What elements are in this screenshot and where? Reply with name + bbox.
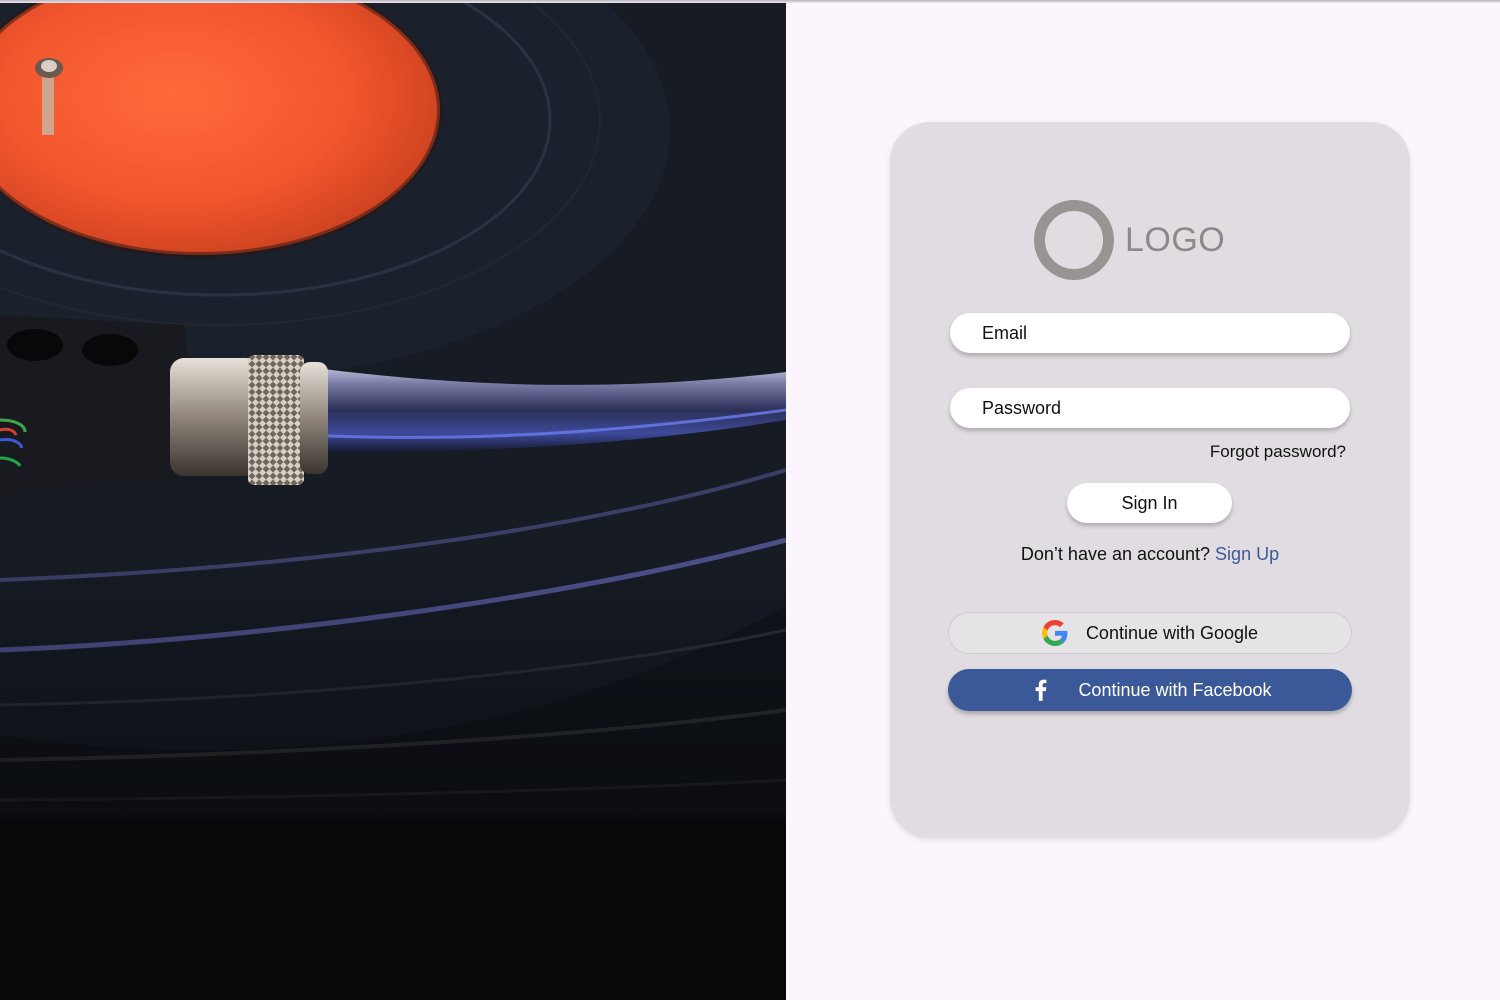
logo-ring-icon [1034,200,1114,280]
email-field-wrapper [950,313,1350,353]
login-card: LOGO Forgot password? Sign In Don’t have… [890,122,1410,838]
turntable-hero-image [0,0,786,1000]
password-input[interactable] [950,388,1350,428]
google-g-icon [1041,620,1068,646]
login-page: LOGO Forgot password? Sign In Don’t have… [0,0,1500,1000]
facebook-f-icon [1036,679,1047,701]
email-input[interactable] [950,313,1350,353]
facebook-button-label: Continue with Facebook [1078,679,1272,700]
password-field-wrapper [950,388,1350,428]
signup-prompt: Don’t have an account? Sign Up [890,544,1410,565]
logo-text: LOGO [1125,220,1226,259]
sign-up-link[interactable]: Sign Up [1215,544,1279,564]
google-button-label: Continue with Google [1085,622,1259,643]
sign-in-button[interactable]: Sign In [1067,483,1232,523]
no-account-text: Don’t have an account? [1020,544,1216,564]
brand-logo: LOGO [1034,200,1225,280]
continue-with-facebook-button[interactable]: Continue with Facebook [948,669,1352,711]
top-edge-shadow [0,0,1500,3]
forgot-password-link[interactable]: Forgot password? [1210,442,1346,462]
continue-with-google-button[interactable]: Continue with Google [948,612,1352,654]
turntable-illustration [0,0,786,1000]
